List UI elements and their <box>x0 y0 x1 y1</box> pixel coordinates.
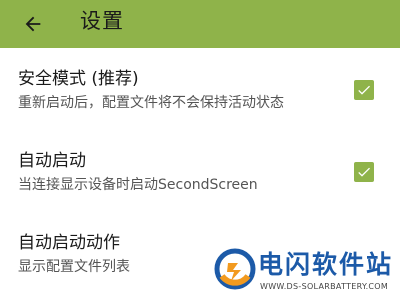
back-button[interactable] <box>18 9 48 39</box>
watermark-url: WWW.DS-SOLARBATTERY.COM <box>260 282 389 291</box>
setting-subtitle: 显示配置文件列表 <box>18 259 130 275</box>
check-icon <box>358 167 370 177</box>
app-toolbar: 设置 <box>0 0 400 48</box>
setting-title: 自动启动 <box>18 151 86 171</box>
site-watermark: 电闪软件站 WWW.DS-SOLARBATTERY.COM <box>214 244 400 300</box>
watermark-name: 电闪软件站 <box>258 250 394 279</box>
setting-safe-mode[interactable]: 安全模式 (推荐) 重新启动后，配置文件将不会保持活动状态 <box>0 68 400 128</box>
setting-subtitle: 重新启动后，配置文件将不会保持活动状态 <box>18 95 284 111</box>
check-icon <box>358 85 370 95</box>
setting-title: 自动启动动作 <box>18 233 120 253</box>
arrow-left-icon <box>25 16 41 32</box>
watermark-logo-icon <box>214 248 256 290</box>
auto-start-checkbox[interactable] <box>354 162 374 182</box>
settings-screen: 设置 安全模式 (推荐) 重新启动后，配置文件将不会保持活动状态 自动启动 当连… <box>0 0 400 300</box>
setting-title: 安全模式 (推荐) <box>18 69 139 89</box>
page-title: 设置 <box>80 9 124 33</box>
setting-subtitle: 当连接显示设备时启动SecondScreen <box>18 177 258 193</box>
setting-auto-start[interactable]: 自动启动 当连接显示设备时启动SecondScreen <box>0 150 400 210</box>
safe-mode-checkbox[interactable] <box>354 80 374 100</box>
